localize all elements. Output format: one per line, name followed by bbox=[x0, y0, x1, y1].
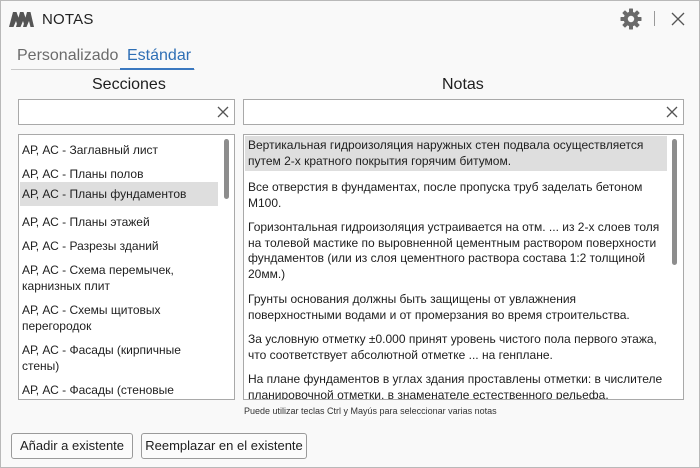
list-item[interactable]: На плане фундаментов в углах здания прос… bbox=[245, 370, 667, 399]
list-item-selected[interactable]: Вертикальная гидроизоляция наружных стен… bbox=[245, 136, 667, 171]
title-bar: NOTAS bbox=[1, 1, 699, 37]
notes-scrollbar[interactable] bbox=[672, 139, 677, 265]
list-item[interactable]: АР, АС - Схема перемычек, карнизных плит bbox=[20, 258, 218, 298]
sections-list[interactable]: АР, АС - Заглавный лист АР, АС - Планы п… bbox=[18, 134, 235, 400]
list-item[interactable]: АР, АС - Разрезы зданий bbox=[20, 234, 218, 258]
sections-scrollbar[interactable] bbox=[224, 139, 229, 199]
replace-existing-button[interactable]: Reemplazar en el existente bbox=[141, 433, 307, 459]
sections-header: Secciones bbox=[92, 76, 166, 93]
notes-list[interactable]: Вертикальная гидроизоляция наружных стен… bbox=[243, 134, 684, 400]
close-icon[interactable] bbox=[669, 10, 687, 28]
list-item[interactable]: Грунты основания должны быть защищены от… bbox=[245, 290, 667, 325]
notes-search-box bbox=[243, 99, 684, 125]
notes-search-input[interactable] bbox=[248, 103, 663, 121]
list-item[interactable]: Все отверстия в фундаментах, после пропу… bbox=[245, 178, 667, 213]
tab-estandar[interactable]: Estándar bbox=[127, 45, 191, 70]
list-item[interactable]: АР, АС - Схемы щитовых перегородок bbox=[20, 298, 218, 338]
add-to-existing-button[interactable]: Añadir a existente bbox=[11, 433, 133, 459]
list-item[interactable]: За условную отметку ±0.000 принят уровен… bbox=[245, 330, 667, 365]
window-title: NOTAS bbox=[42, 11, 94, 28]
tab-personalizado[interactable]: Personalizado bbox=[17, 45, 118, 70]
list-item[interactable]: Горизонтальная гидроизоляция устраиваетс… bbox=[245, 218, 667, 284]
list-item[interactable]: АР, АС - Заглавный лист bbox=[20, 138, 218, 162]
notes-header: Notas bbox=[442, 76, 484, 93]
list-item-selected[interactable]: АР, АС - Планы фундаментов bbox=[20, 182, 218, 206]
sections-search-input[interactable] bbox=[23, 103, 213, 121]
gear-icon[interactable] bbox=[619, 7, 643, 31]
app-logo-icon bbox=[9, 12, 34, 27]
list-item[interactable]: АР, АС - Планы этажей bbox=[20, 210, 218, 234]
tab-active-indicator bbox=[120, 68, 194, 70]
clear-icon[interactable] bbox=[665, 105, 679, 119]
clear-icon[interactable] bbox=[216, 105, 230, 119]
list-item[interactable]: АР, АС - Фасады (кирпичные стены) bbox=[20, 338, 218, 378]
sections-search-box bbox=[18, 99, 235, 125]
list-item[interactable]: АР, АС - Фасады (стеновые панели) bbox=[20, 378, 218, 399]
notes-window: NOTAS Personalizado Estándar Secciones N… bbox=[0, 0, 700, 468]
titlebar-separator bbox=[654, 11, 655, 26]
selection-hint: Puede utilizar teclas Ctrl y Mayús para … bbox=[244, 406, 497, 416]
